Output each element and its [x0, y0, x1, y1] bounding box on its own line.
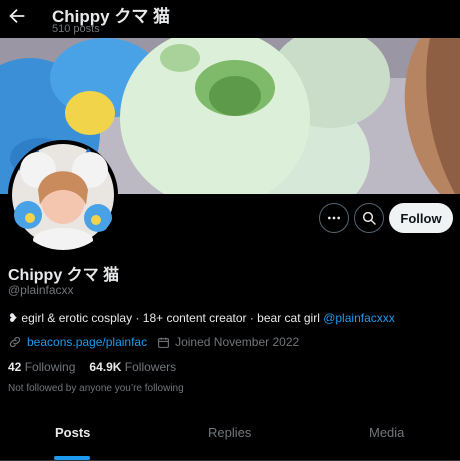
following-link[interactable]: 42 Following	[8, 360, 75, 374]
following-label: Following	[24, 360, 76, 374]
tab-posts[interactable]: Posts	[55, 425, 90, 440]
followers-link[interactable]: 64.9K Followers	[89, 360, 176, 374]
joined-date: Joined November 2022	[175, 335, 300, 349]
bio-heart-emoji-icon: ❥	[8, 311, 22, 325]
follow-stats: 42 Following 64.9K Followers	[8, 360, 176, 374]
profile-display-name: Chippy クマ 猫	[8, 267, 120, 284]
profile-tabs: Posts Replies Media	[0, 410, 460, 461]
search-icon	[362, 211, 376, 225]
tab-media[interactable]: Media	[369, 425, 404, 440]
following-count: 42	[8, 360, 22, 374]
profile-meta: beacons.page/plainfac Joined November 20…	[8, 335, 299, 349]
search-profile-button[interactable]	[354, 203, 384, 233]
bio-mention-link[interactable]: @plainfacxxx	[323, 311, 395, 325]
avatar-image	[8, 140, 118, 250]
bio-text: egirl & erotic cosplay · 18+ content cre…	[21, 311, 324, 325]
calendar-icon	[158, 337, 170, 348]
header-post-count: 510 posts	[52, 23, 100, 35]
more-icon	[328, 216, 340, 220]
profile-website-link[interactable]: beacons.page/plainfac	[27, 335, 147, 349]
mutual-followers-note: Not followed by anyone you’re following	[8, 383, 184, 394]
profile-avatar[interactable]	[8, 140, 118, 250]
followers-label: Followers	[124, 360, 177, 374]
top-bar: Chippy クマ 猫 510 posts	[0, 0, 460, 38]
active-tab-indicator	[54, 456, 90, 460]
profile-handle: @plainfacxx	[8, 283, 74, 297]
profile-bio: ❥ egirl & erotic cosplay · 18+ content c…	[8, 311, 395, 325]
more-options-button[interactable]	[319, 203, 349, 233]
follow-button[interactable]: Follow	[389, 203, 453, 233]
followers-count: 64.9K	[89, 360, 122, 374]
back-arrow-icon[interactable]	[6, 5, 28, 27]
link-icon	[9, 336, 21, 348]
tab-replies[interactable]: Replies	[208, 425, 251, 440]
